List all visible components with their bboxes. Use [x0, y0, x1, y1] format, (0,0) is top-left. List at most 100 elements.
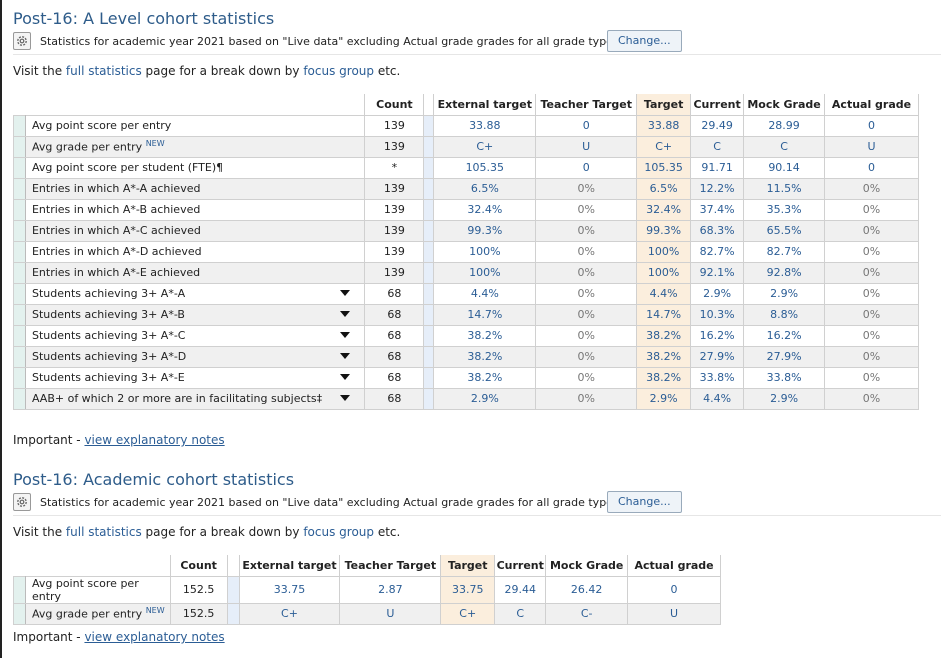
new-badge: NEW [145, 139, 165, 149]
teacher-target-cell: 0% [535, 387, 638, 410]
row-dropdown[interactable] [325, 366, 366, 389]
full-statistics-link[interactable]: full statistics [66, 64, 142, 78]
row-label: Avg grade per entry NEW [24, 135, 366, 158]
table-row: Entries in which A*-C achieved 139 99.3% 0%… [13, 219, 919, 242]
academic-cohort-section: Post-16: Academic cohort statistics Stat… [13, 469, 941, 541]
col-header-teacher-target: Teacher Target [535, 94, 638, 116]
col-header-current: Current [494, 555, 547, 577]
count-cell: 139 [364, 114, 425, 137]
separator-cell [423, 177, 435, 200]
row-marker [13, 198, 26, 221]
table-row: Avg point score per entry 152.5 33.75 2.87 3… [13, 575, 721, 604]
col-header-teacher-target: Teacher Target [339, 555, 442, 577]
triangle-down-icon[interactable] [339, 329, 350, 342]
row-label: Avg point score per student (FTE)¶ [24, 156, 366, 179]
actual-grade-cell: 0% [824, 219, 919, 242]
separator-cell [423, 219, 435, 242]
teacher-target-cell: 0% [535, 261, 638, 284]
header-separator [227, 555, 239, 576]
row-label-text: Students achieving 3+ A*-B [31, 308, 185, 321]
row-dropdown[interactable] [325, 282, 366, 305]
explanatory-notes-link[interactable]: view explanatory notes [84, 433, 224, 447]
gear-icon[interactable] [13, 32, 31, 50]
current-cell: C [690, 135, 745, 158]
col-header-target: Target [440, 555, 496, 577]
triangle-down-icon[interactable] [339, 350, 350, 363]
count-cell: 68 [364, 282, 425, 305]
table-row: Students achieving 3+ A*-E 68 38.2% 0% 38.2%… [13, 366, 919, 389]
table-header-row: Count External target Teacher Target Tar… [14, 555, 721, 577]
mock-grade-cell: 2.9% [743, 282, 826, 305]
section-title: Post-16: Academic cohort statistics [13, 470, 295, 489]
row-marker [13, 177, 26, 200]
count-cell: * [364, 156, 425, 179]
col-header-actual-grade: Actual grade [627, 555, 721, 577]
important-label: Important - [13, 433, 85, 447]
count-cell: 68 [364, 324, 425, 347]
target-cell: 38.2% [636, 366, 692, 389]
triangle-down-icon[interactable] [339, 287, 350, 300]
row-label: Students achieving 3+ A*-D [24, 345, 326, 368]
row-label: Avg point score per entry [24, 114, 366, 137]
row-marker [13, 602, 26, 625]
col-header-external-target: External target [433, 94, 537, 116]
important-label: Important - [13, 630, 85, 644]
target-cell: C+ [440, 602, 496, 625]
current-cell: 33.8% [690, 366, 745, 389]
table-row: Entries in which A*-D achieved 139 100% 0% 1… [13, 240, 919, 263]
external-target-cell: 14.7% [433, 303, 537, 326]
new-badge: NEW [145, 606, 165, 616]
row-label: Students achieving 3+ A*-C [24, 324, 326, 347]
count-cell: 139 [364, 198, 425, 221]
actual-grade-cell: 0 [627, 575, 721, 604]
section-title: Post-16: A Level cohort statistics [13, 9, 275, 28]
triangle-down-icon[interactable] [339, 308, 350, 321]
change-button[interactable]: Change... [607, 491, 682, 513]
change-button[interactable]: Change... [607, 30, 682, 52]
mock-grade-cell: 27.9% [743, 345, 826, 368]
row-marker [13, 366, 26, 389]
full-statistics-link[interactable]: full statistics [66, 525, 142, 539]
table-row: Students achieving 3+ A*-B 68 14.7% 0% 14.7%… [13, 303, 919, 326]
current-cell: 12.2% [690, 177, 745, 200]
header-blank [14, 555, 171, 576]
table-row: Students achieving 3+ A*-C 68 38.2% 0% 38.2%… [13, 324, 919, 347]
triangle-down-icon[interactable] [339, 371, 350, 384]
explanatory-notes-link[interactable]: view explanatory notes [84, 630, 224, 644]
focus-group-link[interactable]: focus group [303, 525, 374, 539]
teacher-target-cell: 0% [535, 282, 638, 305]
separator-cell [423, 156, 435, 179]
row-label-text: Avg point score per entry [31, 119, 172, 132]
current-cell: 2.9% [690, 282, 745, 305]
separator-cell [423, 240, 435, 263]
important-notes-line: Important - view explanatory notes [13, 630, 225, 644]
external-target-cell: 100% [433, 261, 537, 284]
actual-grade-cell: 0% [824, 198, 919, 221]
teacher-target-cell: 0% [535, 198, 638, 221]
row-dropdown[interactable] [325, 324, 366, 347]
external-target-cell: 4.4% [433, 282, 537, 305]
row-dropdown[interactable] [325, 387, 366, 410]
focus-group-link[interactable]: focus group [303, 64, 374, 78]
row-label-text: Entries in which A*-E achieved [31, 266, 201, 279]
row-dropdown[interactable] [325, 303, 366, 326]
table-row: Entries in which A*-A achieved 139 6.5% 0% 6… [13, 177, 919, 200]
table-row: Students achieving 3+ A*-A 68 4.4% 0% 4.4% 2.… [13, 282, 919, 305]
current-cell: 91.71 [690, 156, 745, 179]
count-cell: 68 [364, 303, 425, 326]
gear-icon[interactable] [13, 493, 31, 511]
academic-stats-table: Count External target Teacher Target Tar… [13, 555, 721, 625]
teacher-target-cell: 0% [535, 177, 638, 200]
separator-cell [423, 387, 435, 410]
teacher-target-cell: 0 [535, 114, 638, 137]
count-cell: 139 [364, 135, 425, 158]
teacher-target-cell: 0% [535, 240, 638, 263]
target-cell: 100% [636, 240, 692, 263]
external-target-cell: C+ [433, 135, 537, 158]
row-dropdown[interactable] [325, 345, 366, 368]
row-label-text: Avg grade per entry [31, 140, 143, 154]
current-cell: 27.9% [690, 345, 745, 368]
mock-grade-cell: 92.8% [743, 261, 826, 284]
actual-grade-cell: 0% [824, 324, 919, 347]
triangle-down-icon[interactable] [339, 392, 350, 405]
